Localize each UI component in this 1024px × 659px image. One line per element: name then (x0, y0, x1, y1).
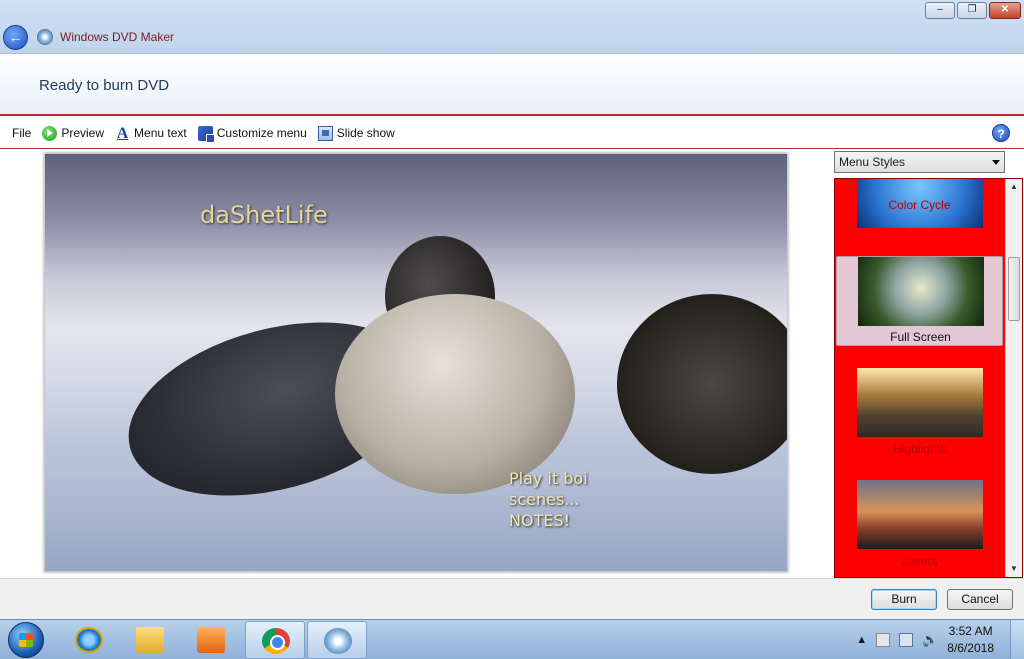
style-label: Layers (901, 554, 938, 568)
file-label: File (12, 126, 32, 140)
slideshow-icon (317, 125, 333, 141)
style-thumbnail (858, 257, 984, 326)
toolbar: File Preview A Menu text Customize menu … (0, 118, 1024, 149)
internet-explorer-icon (75, 627, 103, 653)
preview-button[interactable]: Preview (42, 125, 105, 141)
style-thumbnail (857, 368, 983, 437)
taskbar-internet-explorer[interactable] (59, 621, 119, 659)
menu-option-play[interactable]: Play it boi (509, 468, 588, 489)
taskbar-chrome[interactable] (245, 621, 305, 659)
disc-title-text[interactable]: daShetLife (200, 201, 328, 229)
header-area: Ready to burn DVD (0, 54, 1024, 116)
folder-icon (136, 627, 164, 653)
window-controls: – ❐ ✕ (925, 2, 1021, 19)
show-desktop-button[interactable] (1010, 620, 1024, 659)
slide-show-label: Slide show (336, 126, 395, 140)
restore-button[interactable]: ❐ (957, 2, 987, 19)
close-button[interactable]: ✕ (989, 2, 1021, 19)
dvd-maker-icon (324, 628, 352, 654)
help-icon[interactable]: ? (992, 124, 1010, 142)
title-bar: ← Windows DVD Maker – ❐ ✕ (0, 0, 1024, 54)
clock-date: 8/6/2018 (947, 641, 994, 655)
text-a-icon: A (116, 124, 129, 142)
media-player-icon (197, 627, 225, 653)
menu-text-button[interactable]: A Menu text (115, 124, 187, 142)
play-icon (42, 125, 58, 141)
scroll-up-arrow-icon[interactable]: ▲ (1006, 179, 1022, 195)
taskbar-file-explorer[interactable] (120, 621, 180, 659)
cancel-button[interactable]: Cancel (947, 589, 1013, 610)
style-thumbnail (857, 480, 983, 549)
window-title: Windows DVD Maker (60, 30, 175, 44)
menu-options-text: Play it boi scenes... NOTES! (509, 468, 588, 531)
menu-styles-list[interactable]: Color Cycle Full Screen Highlights Layer… (834, 178, 1023, 578)
menu-styles-value: Menu Styles (839, 155, 906, 169)
style-item-layers[interactable]: Layers (836, 480, 1003, 570)
menu-option-scenes[interactable]: scenes... (509, 489, 588, 510)
minimize-button[interactable]: – (925, 2, 955, 19)
file-menu[interactable]: File (12, 126, 31, 140)
system-tray: ▲ 🔊 3:52 AM 8/6/2018 (856, 620, 994, 659)
customize-menu-button[interactable]: Customize menu (197, 125, 307, 143)
volume-icon[interactable]: 🔊 (922, 632, 938, 648)
menu-option-notes[interactable]: NOTES! (509, 510, 588, 531)
burn-button[interactable]: Burn (871, 589, 937, 610)
preview-seal-center (335, 294, 575, 494)
scroll-thumb[interactable] (1008, 257, 1020, 321)
style-label: Color Cycle (888, 198, 951, 212)
taskbar-dvd-maker[interactable] (307, 621, 367, 659)
chrome-icon (262, 628, 290, 654)
customize-menu-label: Customize menu (216, 126, 307, 140)
scroll-down-arrow-icon[interactable]: ▼ (1006, 561, 1022, 577)
menu-text-label: Menu text (134, 126, 187, 140)
style-label: Full Screen (890, 330, 951, 344)
action-center-flag-icon[interactable] (876, 633, 891, 647)
action-bar: Burn Cancel (0, 578, 1024, 619)
network-icon[interactable] (899, 633, 914, 647)
chevron-down-icon (992, 160, 1000, 165)
style-item-highlights[interactable]: Highlights (836, 368, 1003, 458)
clock[interactable]: 3:52 AM 8/6/2018 (947, 623, 994, 657)
preview-label: Preview (61, 126, 105, 140)
clock-time: 3:52 AM (948, 624, 993, 638)
taskbar-media-player[interactable] (181, 621, 241, 659)
page-title: Ready to burn DVD (39, 77, 170, 94)
dvd-maker-app-icon (37, 29, 53, 45)
customize-icon (197, 125, 215, 143)
preview-seal-right (617, 294, 787, 474)
slide-show-button[interactable]: Slide show (317, 125, 395, 141)
menu-styles-dropdown[interactable]: Menu Styles (834, 151, 1005, 173)
style-item-full-screen[interactable]: Full Screen (836, 256, 1003, 346)
styles-scrollbar[interactable]: ▲ ▼ (1005, 179, 1022, 577)
style-label: Highlights (893, 442, 946, 456)
taskbar: ▲ 🔊 3:52 AM 8/6/2018 (0, 619, 1024, 659)
back-arrow-icon[interactable]: ← (3, 25, 28, 50)
style-item-color-cycle[interactable]: Color Cycle (836, 179, 1003, 249)
show-hidden-icons-icon[interactable]: ▲ (856, 634, 867, 646)
start-button[interactable] (8, 622, 44, 658)
menu-preview: daShetLife Play it boi scenes... NOTES! (44, 153, 788, 572)
